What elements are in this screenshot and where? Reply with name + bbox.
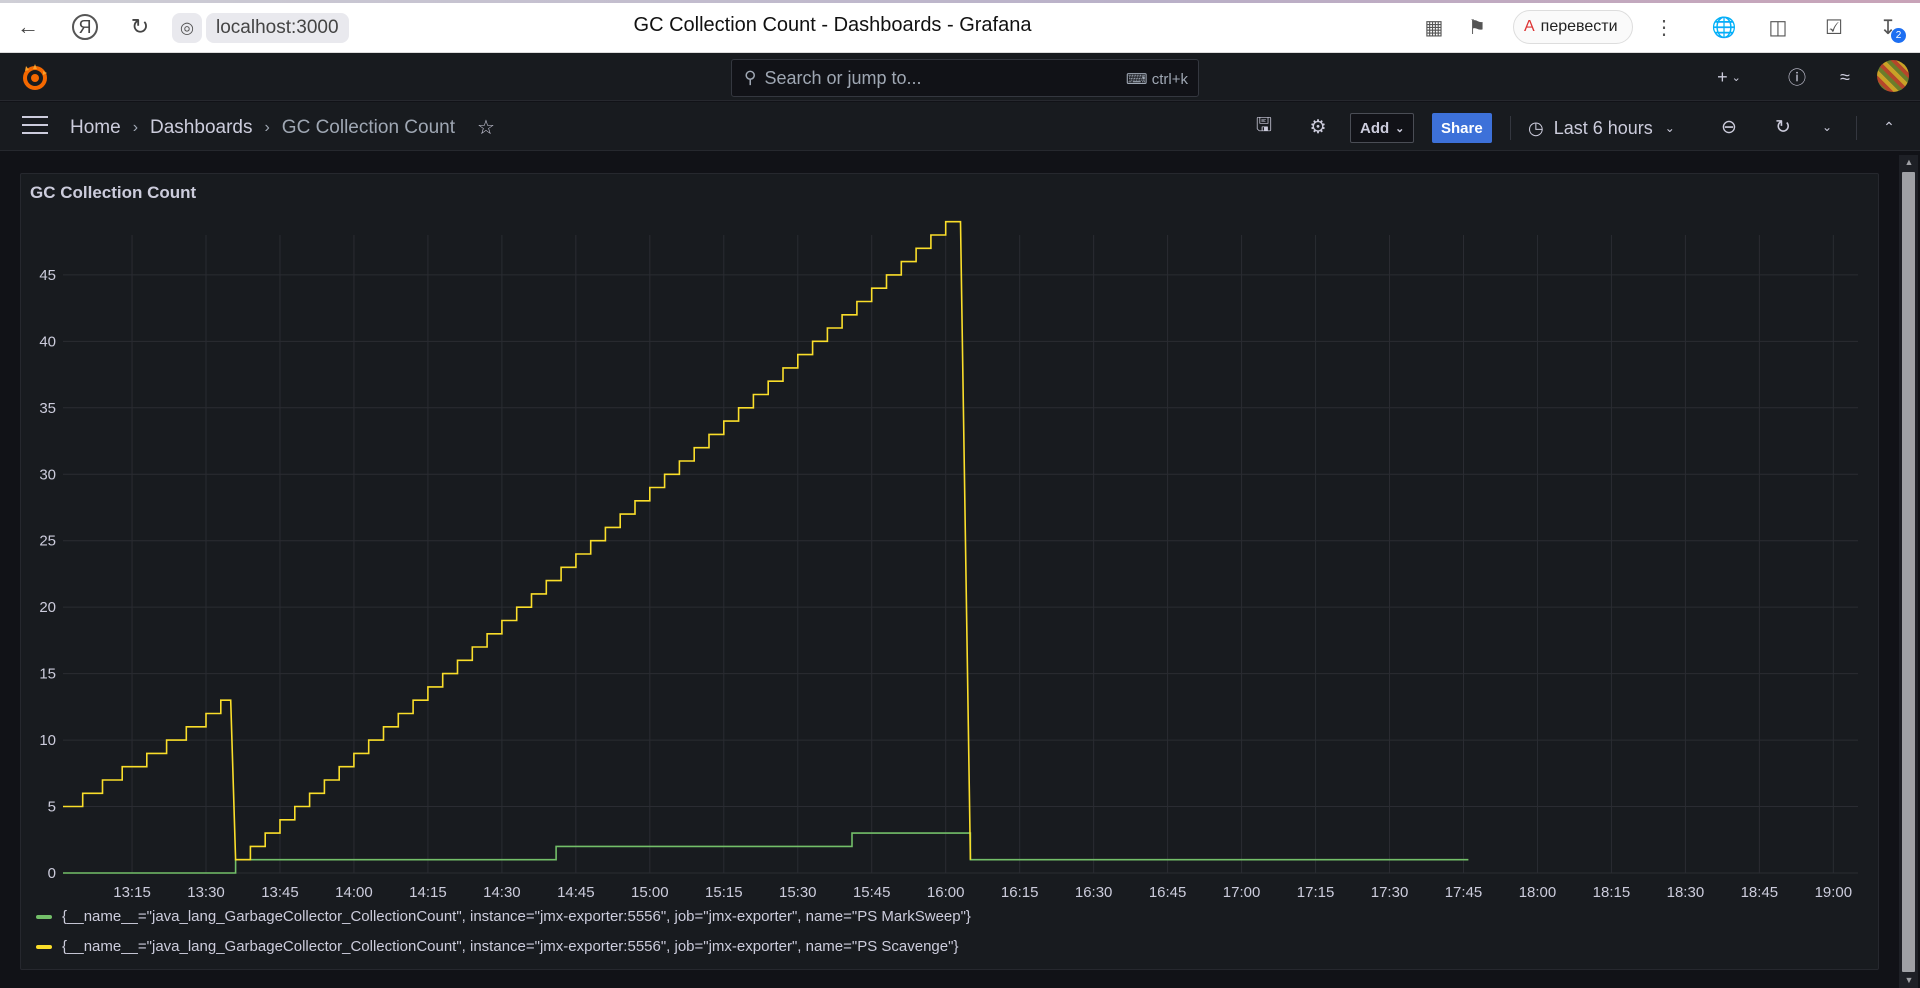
search-input[interactable]: ⚲ Search or jump to... ⌨ ctrl+k <box>731 59 1199 97</box>
breadcrumb-separator-icon: › <box>264 118 270 136</box>
breadcrumb: Home › Dashboards › GC Collection Count … <box>70 115 495 140</box>
star-icon[interactable]: ☆ <box>477 115 495 140</box>
downloads-count-badge: 2 <box>1891 28 1906 43</box>
search-shortcut: ⌨ ctrl+k <box>1125 71 1188 88</box>
scrollbar-thumb[interactable] <box>1902 172 1915 972</box>
time-range-label: Last 6 hours <box>1553 117 1653 138</box>
refresh-icon[interactable]: ↻ <box>1770 114 1796 140</box>
new-menu-button[interactable]: + ⌄ <box>1708 61 1750 93</box>
settings-icon[interactable]: ⚙ <box>1305 114 1331 140</box>
panel-title[interactable]: GC Collection Count <box>30 183 196 203</box>
browser-toolbar: ← Я ↻ ◎ localhost:3000 GC Collection Cou… <box>0 0 1920 53</box>
url-text[interactable]: localhost:3000 <box>206 13 349 43</box>
grafana-top-nav: ⚲ Search or jump to... ⌨ ctrl+k + ⌄ ⓘ ≈ <box>0 53 1920 101</box>
translate-page-icon[interactable]: ▦ <box>1420 13 1448 41</box>
time-range-picker[interactable]: ◷ Last 6 hours ⌄ <box>1528 113 1675 143</box>
yandex-icon[interactable]: Я <box>72 14 98 40</box>
bookmark-icon[interactable]: ⚑ <box>1463 13 1491 41</box>
legend-item-ps-scavenge[interactable]: {__name__="java_lang_GarbageCollector_Co… <box>36 938 958 955</box>
translate-button[interactable]: A перевести <box>1513 10 1633 44</box>
news-feed-icon[interactable]: ≈ <box>1830 61 1860 93</box>
menu-icon[interactable] <box>22 116 48 136</box>
breadcrumb-separator-icon: › <box>132 118 139 136</box>
chevron-down-icon: ⌄ <box>1664 121 1675 135</box>
legend-swatch <box>36 944 52 949</box>
dashboard-toolbar: Home › Dashboards › GC Collection Count … <box>0 102 1920 151</box>
translate-icon: A <box>1524 18 1535 35</box>
downloads-icon[interactable]: ↧ 2 <box>1874 13 1906 43</box>
clock-icon: ◷ <box>1528 117 1544 138</box>
reload-button[interactable]: ↻ <box>122 9 158 45</box>
globe-icon[interactable]: 🌐 <box>1710 13 1738 41</box>
legend-label: {__name__="java_lang_GarbageCollector_Co… <box>62 938 959 955</box>
refresh-interval-chevron-icon[interactable]: ⌄ <box>1814 114 1840 140</box>
extensions-icon[interactable]: ◫ <box>1764 13 1792 41</box>
collapse-icon[interactable]: ⌃ <box>1876 114 1902 140</box>
help-icon[interactable]: ⓘ <box>1782 61 1812 93</box>
breadcrumb-current: GC Collection Count <box>281 116 455 138</box>
save-icon[interactable]: 🖫 <box>1251 114 1277 140</box>
scroll-up-icon[interactable]: ▲ <box>1903 157 1915 167</box>
search-icon: ⚲ <box>744 68 757 87</box>
grafana-logo-icon[interactable] <box>20 63 50 93</box>
user-avatar[interactable] <box>1877 60 1909 92</box>
legend-swatch <box>36 914 52 919</box>
divider <box>1856 116 1857 140</box>
more-menu-icon[interactable]: ⋮ <box>1650 13 1678 41</box>
divider <box>1510 116 1511 140</box>
translate-label: перевести <box>1540 18 1618 35</box>
zoom-out-icon[interactable]: ⊖ <box>1716 114 1742 140</box>
breadcrumb-dashboards[interactable]: Dashboards <box>150 117 252 139</box>
timeseries-panel[interactable] <box>20 173 1879 970</box>
legend-label: {__name__="java_lang_GarbageCollector_Co… <box>62 908 971 925</box>
legend-item-ps-marksweep[interactable]: {__name__="java_lang_GarbageCollector_Co… <box>36 908 971 925</box>
search-placeholder: Search or jump to... <box>764 67 922 88</box>
site-info-icon[interactable]: ◎ <box>172 13 202 43</box>
breadcrumb-home[interactable]: Home <box>70 117 121 139</box>
scroll-down-icon[interactable]: ▼ <box>1903 975 1915 985</box>
share-button[interactable]: Share <box>1432 113 1492 143</box>
back-button[interactable]: ← <box>10 9 46 45</box>
add-button[interactable]: Add ⌄ <box>1350 113 1415 143</box>
extension-check-icon[interactable]: ☑ <box>1820 13 1848 41</box>
address-bar[interactable]: ◎ localhost:3000 <box>172 12 349 44</box>
